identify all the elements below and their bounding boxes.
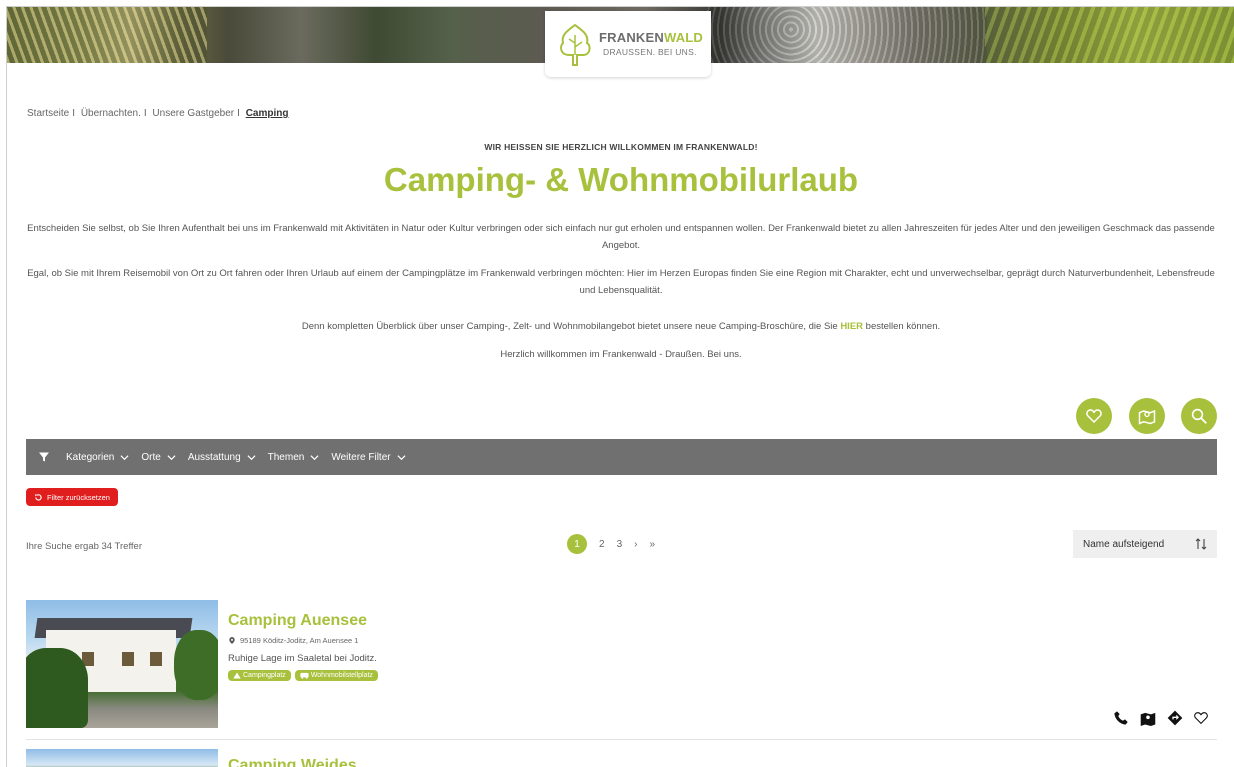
map-button[interactable]	[1139, 710, 1157, 726]
page-title: Camping- & Wohnmobilurlaub	[383, 161, 859, 198]
listing-actions	[1103, 710, 1209, 726]
logo-wordmark: FRANKENWALD	[599, 30, 704, 45]
listing-title[interactable]: Camping Auensee	[228, 612, 367, 630]
listing-title[interactable]: Camping Weides	[228, 757, 357, 767]
chevron-down-icon	[167, 454, 176, 460]
location-pin-icon	[229, 637, 235, 644]
heart-icon	[1086, 409, 1102, 424]
page-2[interactable]: 2	[599, 539, 605, 550]
breadcrumb-gastgeber[interactable]: Unsere Gastgeber	[152, 108, 234, 119]
map-view-button[interactable]	[1129, 398, 1165, 434]
banner-grass-image	[7, 7, 207, 63]
funnel-icon	[39, 452, 49, 462]
directions-button[interactable]	[1167, 710, 1183, 726]
tent-icon	[233, 672, 241, 679]
list-item[interactable]: Camping Weides	[26, 749, 1217, 767]
filter-ausstattung[interactable]: Ausstattung	[188, 452, 256, 463]
results-summary: Ihre Suche ergab 34 Treffer	[26, 541, 143, 552]
filter-bar: Kategorien Orte Ausstattung Themen Weite…	[26, 439, 1217, 475]
favorite-button[interactable]	[1193, 710, 1209, 726]
phone-button[interactable]	[1113, 710, 1129, 726]
heart-outline-icon	[1194, 712, 1208, 725]
banner-moss-image	[985, 7, 1234, 63]
filter-orte[interactable]: Orte	[141, 452, 176, 463]
sort-select[interactable]: Name aufsteigend	[1073, 530, 1217, 558]
listing-image[interactable]	[26, 600, 218, 728]
intro-paragraph-1: Entscheiden Sie selbst, ob Sie Ihren Auf…	[27, 223, 1215, 251]
search-button[interactable]	[1181, 398, 1217, 434]
filter-weitere[interactable]: Weitere Filter	[331, 452, 406, 463]
camper-icon	[300, 672, 309, 679]
intro-paragraph-4: Herzlich willkommen im Frankenwald - Dra…	[500, 349, 742, 360]
logo-tagline: DRAUSSEN. BEI UNS.	[603, 47, 697, 57]
filter-themen[interactable]: Themen	[268, 452, 320, 463]
chevron-down-icon	[247, 454, 256, 460]
welcome-kicker: WIR HEISSEN SIE HERZLICH WILLKOMMEN IM F…	[484, 142, 758, 152]
list-item[interactable]: Camping Auensee 95189 Köditz-Joditz, Am …	[26, 600, 1217, 740]
map-pin-icon	[1138, 409, 1156, 425]
chevron-down-icon	[310, 454, 319, 460]
page-3[interactable]: 3	[617, 539, 623, 550]
brochure-order-link[interactable]: HIER	[840, 321, 863, 332]
reset-filters-button[interactable]: Filter zurücksetzen	[26, 488, 118, 506]
banner-rock-image	[707, 7, 987, 63]
favorites-button[interactable]	[1076, 398, 1112, 434]
page-last[interactable]: »	[649, 539, 655, 550]
listing-tags: Campingplatz Wohnmobilstellplatz	[228, 670, 382, 681]
tag-campingplatz: Campingplatz	[228, 670, 291, 681]
page-frame: FRANKENWALD DRAUSSEN. BEI UNS. Startseit…	[6, 6, 1234, 767]
tree-logo-icon	[560, 23, 591, 66]
breadcrumb-home[interactable]: Startseite	[27, 108, 69, 119]
breadcrumb-current[interactable]: Camping	[246, 108, 289, 119]
breadcrumb-uebernachten[interactable]: Übernachten.	[81, 108, 141, 119]
phone-icon	[1114, 711, 1128, 725]
sort-arrows-icon	[1195, 538, 1207, 550]
search-icon	[1191, 408, 1207, 424]
frankenwald-logo[interactable]: FRANKENWALD DRAUSSEN. BEI UNS.	[545, 11, 711, 77]
chevron-down-icon	[120, 454, 129, 460]
pagination: 1 2 3 › »	[567, 534, 667, 554]
breadcrumb: Startseite I Übernachten. I Unsere Gastgeb…	[27, 108, 289, 119]
page-1[interactable]: 1	[567, 534, 587, 554]
listing-description: Ruhige Lage im Saaletal bei Joditz.	[228, 653, 377, 664]
intro-paragraph-3: Denn kompletten Überblick über unser Cam…	[301, 321, 941, 332]
listing-image[interactable]	[26, 749, 218, 767]
tag-wohnmobilstellplatz: Wohnmobilstellplatz	[294, 670, 378, 681]
page-next[interactable]: ›	[634, 539, 637, 550]
listing-address: 95189 Köditz-Joditz, Am Auensee 1	[228, 636, 358, 645]
map-icon	[1140, 712, 1156, 726]
filter-kategorien[interactable]: Kategorien	[66, 452, 129, 463]
directions-icon	[1167, 710, 1183, 726]
intro-paragraph-2: Egal, ob Sie mit Ihrem Reisemobil von Or…	[27, 268, 1215, 296]
chevron-down-icon	[397, 454, 406, 460]
reset-icon	[35, 493, 42, 501]
